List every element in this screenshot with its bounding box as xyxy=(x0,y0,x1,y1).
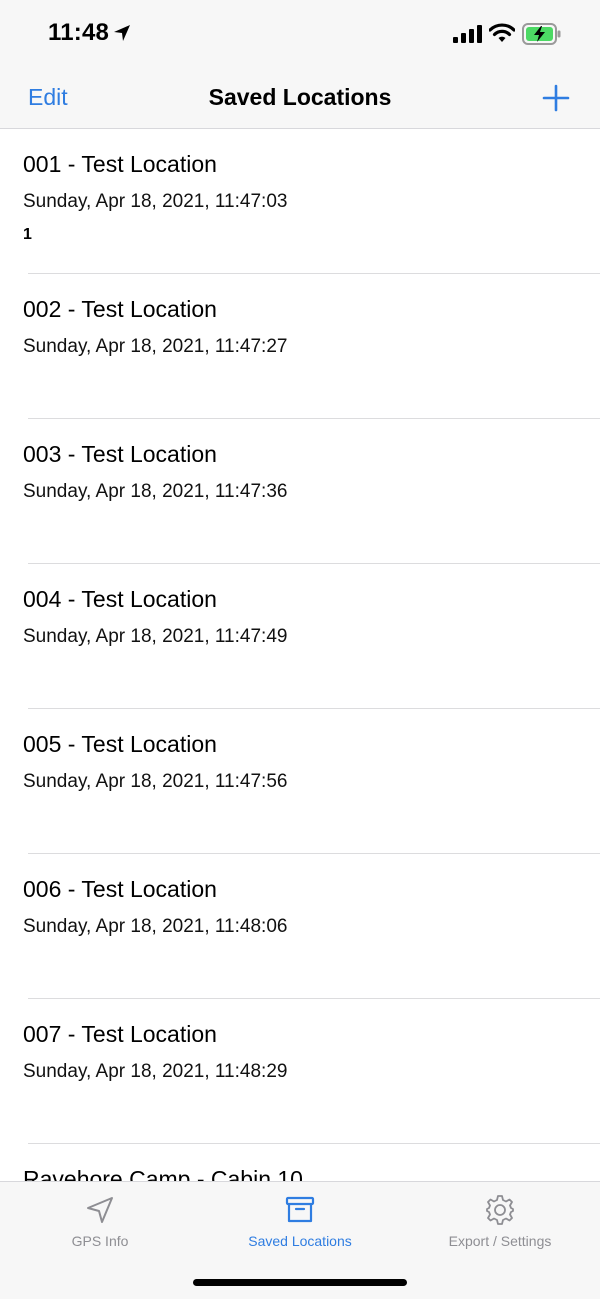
tab-bar: GPS Info Saved Locations Export / Settin… xyxy=(0,1181,600,1299)
location-note: 1 xyxy=(23,226,32,243)
list-item[interactable]: 003 - Test Location Sunday, Apr 18, 2021… xyxy=(0,419,600,564)
list-item[interactable]: Ravehore Camp - Cabin 10 xyxy=(0,1144,600,1181)
location-title: 007 - Test Location xyxy=(23,1021,217,1047)
tab-label: Saved Locations xyxy=(248,1233,352,1249)
location-arrow-icon xyxy=(114,25,130,41)
location-title: 006 - Test Location xyxy=(23,876,217,902)
location-date: Sunday, Apr 18, 2021, 11:47:56 xyxy=(23,771,288,792)
tab-gps-info[interactable]: GPS Info xyxy=(0,1182,200,1262)
tab-label: GPS Info xyxy=(71,1233,129,1249)
list-item[interactable]: 004 - Test Location Sunday, Apr 18, 2021… xyxy=(0,564,600,709)
location-date: Sunday, Apr 18, 2021, 11:48:06 xyxy=(23,916,288,937)
location-title: 004 - Test Location xyxy=(23,586,217,612)
status-bar: 11:48 xyxy=(0,0,600,68)
location-date: Sunday, Apr 18, 2021, 11:47:36 xyxy=(23,481,288,502)
list-item[interactable]: 001 - Test Location Sunday, Apr 18, 2021… xyxy=(0,129,600,274)
list-item[interactable]: 006 - Test Location Sunday, Apr 18, 2021… xyxy=(0,854,600,999)
location-title: 001 - Test Location xyxy=(23,151,217,177)
tab-saved-locations[interactable]: Saved Locations xyxy=(200,1182,400,1262)
navigation-bar: Edit Saved Locations xyxy=(0,68,600,129)
location-title: 005 - Test Location xyxy=(23,731,217,757)
location-date: Sunday, Apr 18, 2021, 11:47:03 xyxy=(23,191,288,212)
status-time: 11:48 xyxy=(48,19,110,46)
battery-charging-icon xyxy=(522,23,561,45)
tab-export-settings[interactable]: Export / Settings xyxy=(400,1182,600,1262)
location-date: Sunday, Apr 18, 2021, 11:47:49 xyxy=(23,626,288,647)
gear-icon xyxy=(486,1195,514,1225)
plus-icon[interactable] xyxy=(541,83,571,113)
tab-label: Export / Settings xyxy=(448,1233,552,1249)
location-title: Ravehore Camp - Cabin 10 xyxy=(23,1166,303,1181)
wifi-icon xyxy=(489,23,515,42)
cellular-signal-icon xyxy=(453,25,482,43)
navigation-arrow-icon xyxy=(87,1197,113,1223)
list-item[interactable]: 002 - Test Location Sunday, Apr 18, 2021… xyxy=(0,274,600,419)
saved-locations-list[interactable]: 001 - Test Location Sunday, Apr 18, 2021… xyxy=(0,129,600,1181)
home-indicator xyxy=(193,1279,407,1286)
location-title: 002 - Test Location xyxy=(23,296,217,322)
page-title: Saved Locations xyxy=(208,84,392,110)
location-date: Sunday, Apr 18, 2021, 11:47:27 xyxy=(23,336,288,357)
location-date: Sunday, Apr 18, 2021, 11:48:29 xyxy=(23,1061,288,1082)
location-title: 003 - Test Location xyxy=(23,441,217,467)
list-item[interactable]: 005 - Test Location Sunday, Apr 18, 2021… xyxy=(0,709,600,854)
archive-box-icon xyxy=(285,1196,315,1223)
list-item[interactable]: 007 - Test Location Sunday, Apr 18, 2021… xyxy=(0,999,600,1144)
